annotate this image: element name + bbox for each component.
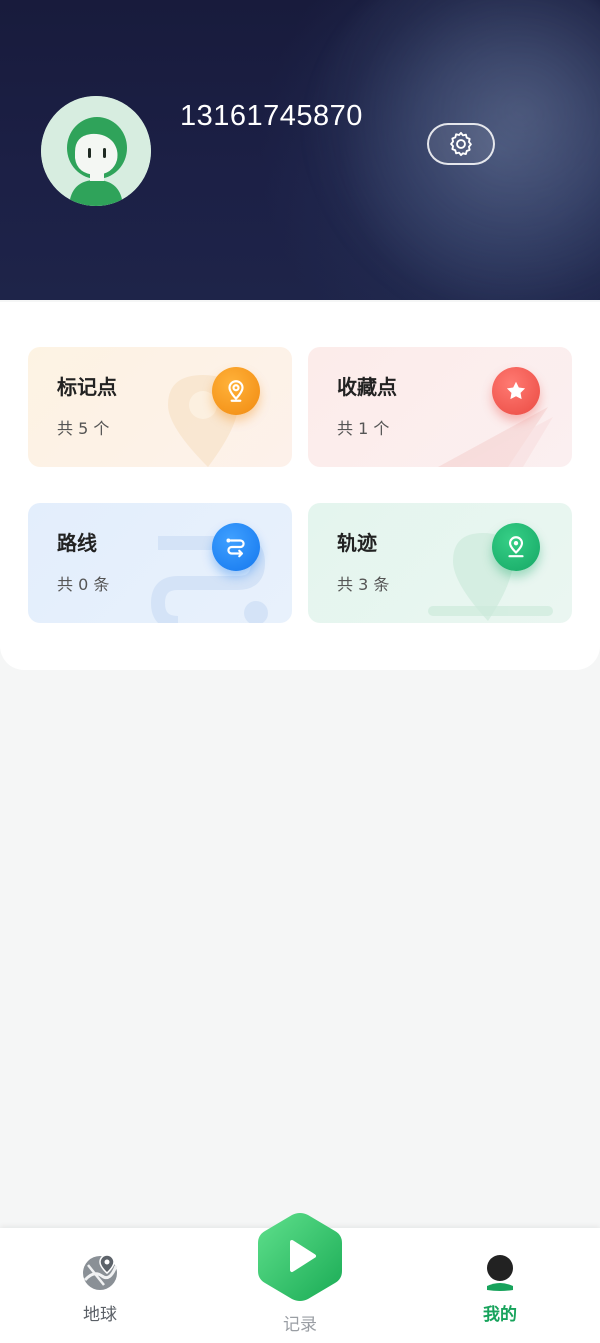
phone-number: 13161745870 bbox=[180, 100, 363, 132]
tile-title: 路线 bbox=[57, 531, 97, 555]
tile-count: 共 3 条 bbox=[337, 575, 390, 594]
profile-header: 13161745870 bbox=[0, 0, 600, 300]
tile-routes[interactable]: 路线 共 0 条 bbox=[28, 503, 292, 623]
tile-count: 共 5 个 bbox=[57, 419, 110, 438]
tile-title: 标记点 bbox=[57, 375, 117, 399]
tile-title: 收藏点 bbox=[337, 375, 397, 399]
tile-tracks[interactable]: 轨迹 共 3 条 bbox=[308, 503, 572, 623]
star-icon bbox=[492, 367, 540, 415]
settings-button[interactable] bbox=[427, 123, 495, 165]
tile-markers[interactable]: 标记点 共 5 个 bbox=[28, 347, 292, 467]
record-button[interactable] bbox=[256, 1210, 344, 1304]
nav-mine-label: 我的 bbox=[483, 1305, 517, 1325]
track-pin-icon bbox=[492, 523, 540, 571]
globe-icon bbox=[83, 1254, 118, 1290]
route-icon bbox=[212, 523, 260, 571]
gear-icon bbox=[450, 131, 472, 157]
tile-count: 共 0 条 bbox=[57, 575, 110, 594]
play-icon bbox=[258, 1213, 342, 1301]
nav-earth[interactable]: 地球 bbox=[60, 1252, 140, 1325]
stats-card: 标记点 共 5 个 收藏点 共 1 个 路线 共 0 条 轨迹 共 3 条 bbox=[0, 302, 600, 670]
location-pin-icon bbox=[212, 367, 260, 415]
tile-title: 轨迹 bbox=[337, 531, 377, 555]
tile-favorites[interactable]: 收藏点 共 1 个 bbox=[308, 347, 572, 467]
nav-mine[interactable]: 我的 bbox=[460, 1254, 540, 1325]
nav-earth-label: 地球 bbox=[83, 1305, 117, 1325]
avatar[interactable] bbox=[41, 96, 151, 206]
tile-count: 共 1 个 bbox=[337, 419, 390, 438]
record-label: 记录 bbox=[283, 1315, 317, 1335]
user-icon bbox=[487, 1255, 513, 1291]
avatar-icon bbox=[41, 96, 151, 206]
